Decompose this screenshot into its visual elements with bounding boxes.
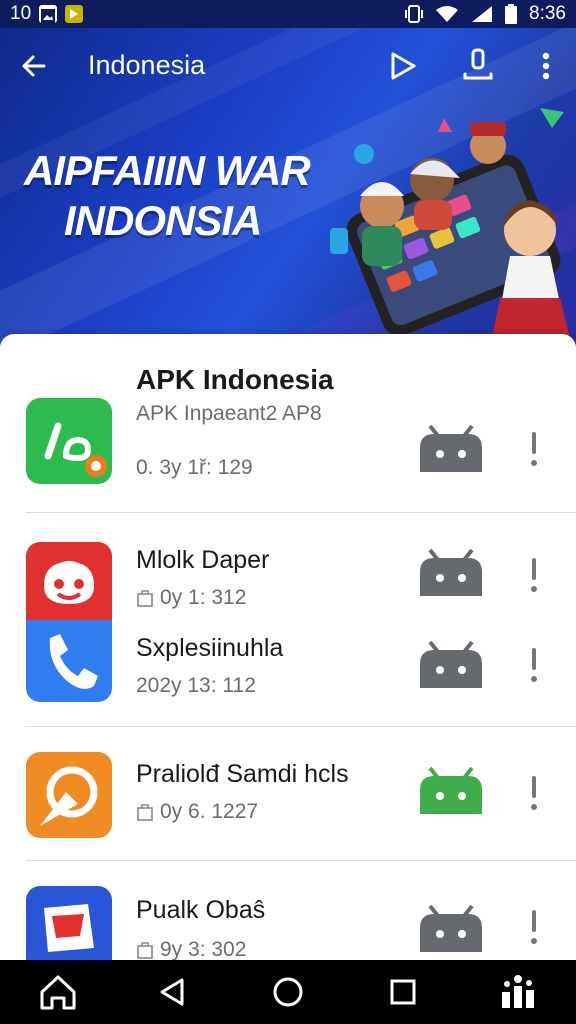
smiley-face-icon [44, 561, 94, 604]
bag-icon [137, 804, 153, 821]
back-triangle-icon[interactable] [151, 970, 195, 1014]
tag-icon [44, 904, 94, 952]
hero-line-1: AIPFAIIIN WAR [24, 147, 311, 194]
app-meta-5-text: 9y 3: 302 [160, 938, 247, 960]
hero-illustration [330, 108, 570, 338]
status-time-right: 8:36 [529, 3, 566, 24]
app-meta-4-text: 0y 6. 1227 [160, 800, 259, 823]
android-icon[interactable] [418, 548, 484, 598]
home-icon[interactable] [36, 970, 80, 1014]
signal-icon [472, 6, 493, 22]
app-title-3: Sxplesiinuhla [136, 634, 284, 662]
system-nav-bar [0, 960, 576, 1024]
app-meta-4: 0y 6. 1227 [136, 800, 258, 824]
phone-icon [49, 634, 98, 689]
android-icon[interactable] [418, 640, 484, 690]
compass-icon [40, 766, 98, 826]
app-title-5: Pualk Obaŝ [136, 896, 266, 924]
page-title: Indonesia [88, 50, 206, 80]
android-icon[interactable] [418, 766, 484, 816]
app-title-4: Praliolđ Samdi hcls [136, 760, 349, 788]
app-meta-2-text: 0y 1: 312 [160, 586, 247, 609]
app-meta-3: 202y 13: 112 [136, 674, 256, 697]
hero-banner: Indonesia AIPFAIIIN WAR INDONSIA [0, 28, 576, 358]
apps-grid-icon[interactable] [496, 970, 540, 1014]
app-icon-1[interactable] [26, 398, 112, 484]
download-icon[interactable] [462, 48, 494, 82]
item-menu-icon[interactable] [526, 646, 542, 686]
app-meta-2: 0y 1: 312 [136, 586, 246, 610]
app-meta-1: 0. 3y 1ř: 129 [136, 456, 253, 479]
item-menu-icon[interactable] [526, 774, 542, 814]
home-circle-icon[interactable] [266, 970, 310, 1014]
app-icon-5[interactable] [26, 886, 112, 960]
app-icon-2[interactable] [26, 542, 112, 622]
more-options-icon[interactable] [536, 50, 556, 82]
back-arrow-icon[interactable] [18, 50, 50, 82]
app-icon-4[interactable] [26, 752, 112, 838]
app-title-2: Mlolk Daper [136, 546, 270, 574]
app-title-1: APK Indonesia [136, 364, 334, 395]
app-icon-3[interactable] [26, 620, 112, 702]
app-list: APK Indonesia APK Inpaeant2 AP8 0. 3y 1ř… [0, 334, 576, 960]
android-icon[interactable] [418, 904, 484, 954]
item-menu-icon[interactable] [526, 556, 542, 596]
bag-icon [137, 590, 153, 607]
recents-square-icon[interactable] [381, 970, 425, 1014]
app-notification-icon [65, 5, 84, 23]
android-icon[interactable] [418, 424, 484, 474]
battery-icon [505, 4, 518, 24]
play-icon[interactable] [388, 50, 418, 82]
item-menu-icon[interactable] [526, 908, 542, 948]
wifi-icon [436, 6, 459, 22]
status-time-left: 10 [10, 3, 32, 24]
vibrate-icon [405, 5, 424, 23]
gallery-notification-icon [39, 5, 58, 23]
hero-line-2: INDONSIA [64, 197, 262, 244]
bag-icon [137, 942, 153, 959]
status-bar: 10 8:36 [0, 0, 576, 28]
ld-logo-icon [44, 422, 107, 477]
item-menu-icon[interactable] [526, 430, 542, 470]
hero-headline: AIPFAIIIN WAR INDONSIA [24, 146, 311, 246]
app-subtitle-1: APK Inpaeant2 AP8 [136, 402, 322, 425]
app-meta-5: 9y 3: 302 [136, 938, 246, 960]
